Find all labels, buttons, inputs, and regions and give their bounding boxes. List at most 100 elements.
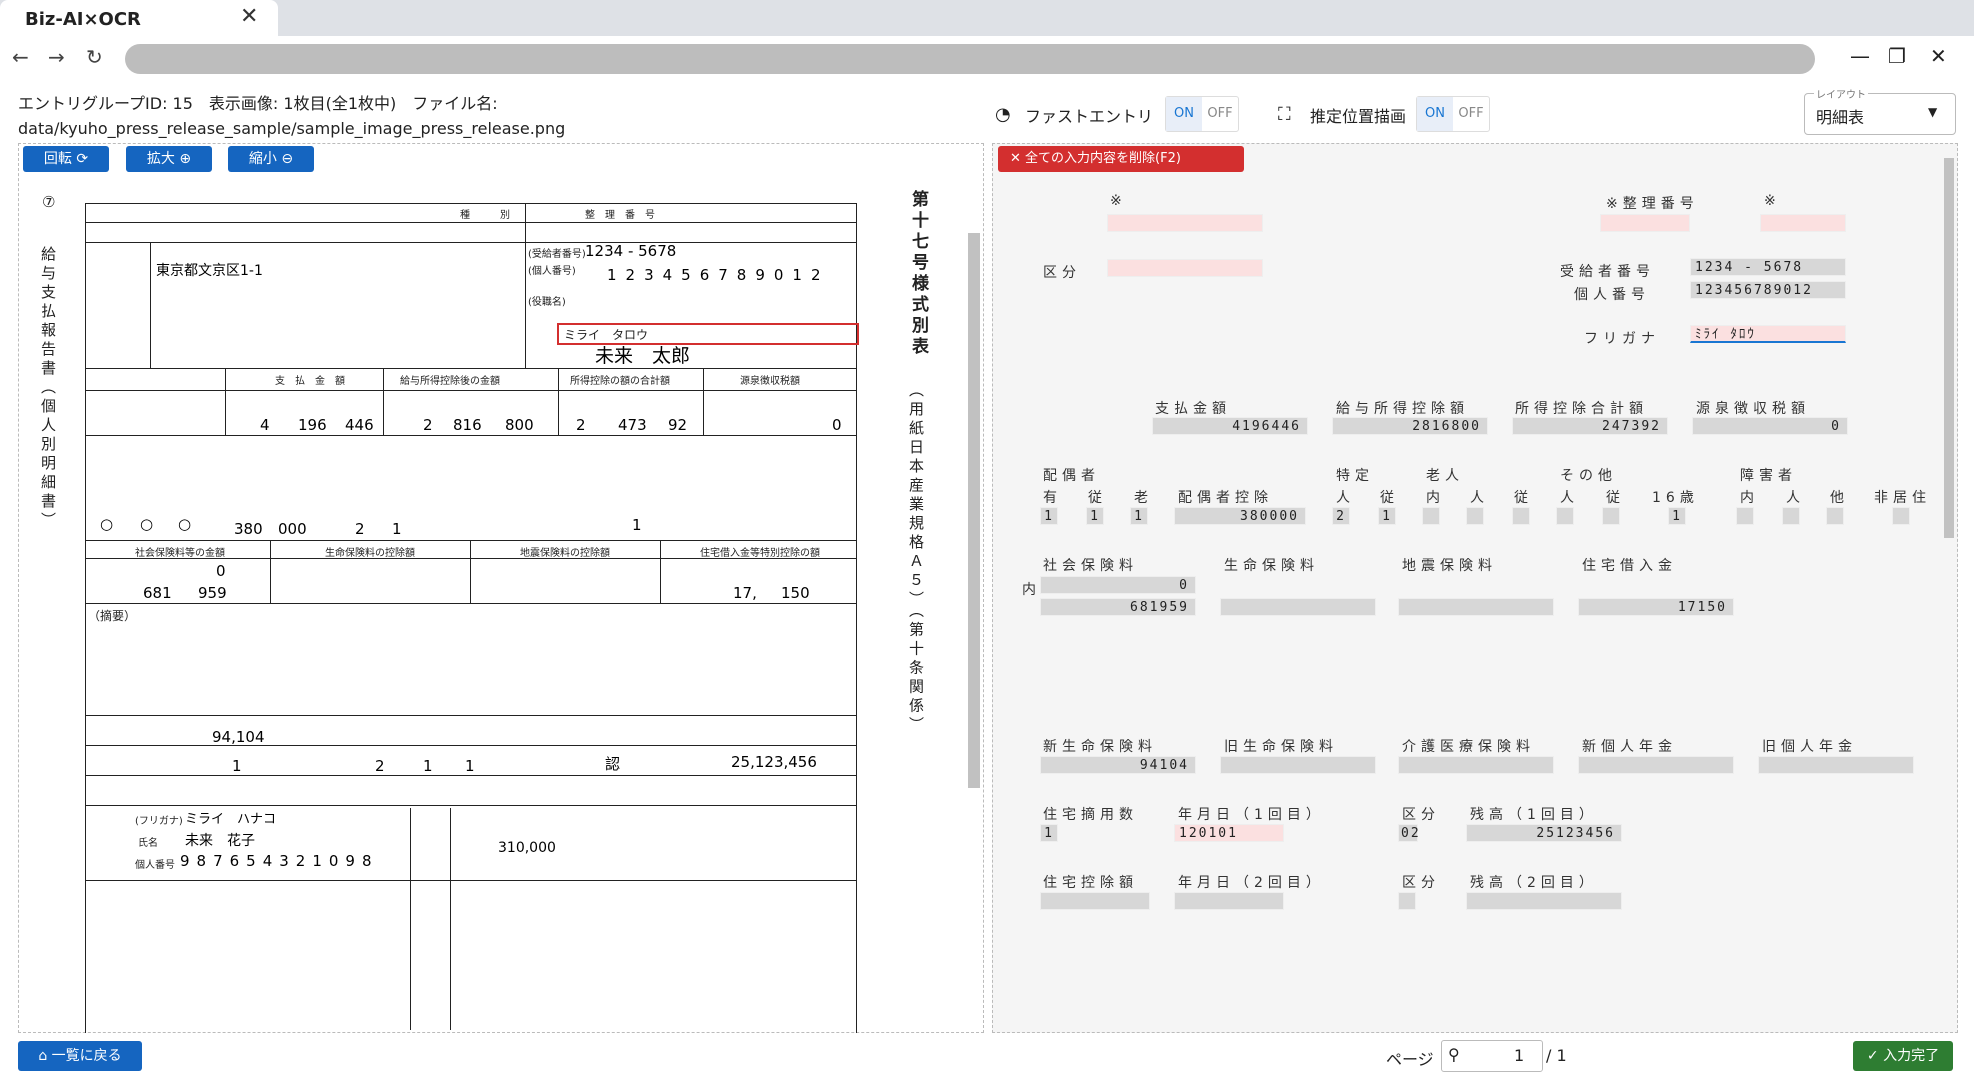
field-gensen[interactable]: 0 [1692,417,1848,435]
sub-label-7: 従 [1606,490,1625,506]
field-sonota-nin[interactable] [1556,507,1574,525]
doc-spouse-ded-2: 000 [278,520,307,538]
address-bar[interactable] [125,44,1815,74]
dropdown-arrow-icon[interactable]: ▼ [1928,105,1937,119]
estimate-on[interactable]: ON [1417,97,1453,131]
document-image: 種 別 整 理 番 号 (受給者番号) 1234 - 5678 (個人番号) 1… [80,200,860,1033]
doc-pay-2: 196 [298,416,327,434]
doc-right-subtitle: （用紙日本産業規格Ａ５）（第十条関係） [907,382,925,736]
doc-spouse-income: 310,000 [498,840,556,856]
complete-button[interactable]: ✓ 入力完了 [1853,1041,1953,1071]
field-zan1[interactable]: 25123456 [1466,824,1622,842]
field-sixteen[interactable]: 1 [1668,507,1686,525]
field-date1[interactable]: 120101 [1174,824,1284,842]
back-to-list-button[interactable]: ⌂ 一覧に戻る [18,1041,142,1071]
field-social-uchi[interactable]: 0 [1040,576,1196,594]
field-new-pension[interactable] [1578,756,1734,774]
reload-icon[interactable]: ↻ [86,45,103,69]
field-kubun[interactable] [1107,259,1263,277]
tab-title: Biz-AI×OCR [25,9,141,30]
life-ins-label: 生命保険料 [1224,558,1319,574]
gensen-label: 源泉徴収税額 [1696,401,1810,417]
field-spouse-yu[interactable]: 1 [1040,507,1058,525]
doc-spouse-name: 未来 花子 [185,833,255,849]
field-kubun1[interactable]: 02 [1398,824,1419,842]
field-roujin-ju[interactable] [1512,507,1530,525]
page-input[interactable]: ⚲ 1 [1441,1040,1543,1072]
field-life[interactable] [1220,598,1376,616]
field-tokutei-ju[interactable]: 1 [1378,507,1396,525]
field-asterisk-2[interactable] [1760,214,1846,232]
field-kyuyo[interactable]: 2816800 [1332,417,1488,435]
browser-tab[interactable]: Biz-AI×OCR ✕ [0,0,278,36]
field-jukyu[interactable]: 1234 - 5678 [1690,258,1846,276]
field-social[interactable]: 681959 [1040,598,1196,616]
fast-entry-label: ファストエントリ [1025,107,1154,126]
field-quake[interactable] [1398,598,1554,616]
delete-all-button[interactable]: ✕ 全ての入力内容を削除(F2) [998,146,1244,172]
left-scrollbar[interactable] [968,233,980,788]
estimate-position-toggle[interactable]: ON OFF [1416,96,1490,132]
doc-date-2: 1 [423,757,433,775]
field-date2[interactable] [1174,892,1284,910]
field-sonota-ju[interactable] [1602,507,1620,525]
fast-entry-on[interactable]: ON [1166,97,1202,131]
field-housing-ded[interactable] [1040,892,1150,910]
restore-icon[interactable]: ❐ [1888,44,1906,68]
doc-date-1: 2 [375,757,385,775]
field-shougai-uchi[interactable] [1736,507,1754,525]
doc-summary-label: （摘要） [88,609,137,623]
right-scrollbar[interactable] [1944,158,1954,538]
field-spouse-ro[interactable]: 1 [1130,507,1148,525]
doc-dep16: 1 [632,516,642,534]
field-zan2[interactable] [1466,892,1622,910]
field-asterisk-1[interactable] [1107,214,1263,232]
window-close-icon[interactable]: ✕ [1930,44,1947,68]
field-new-life[interactable]: 94104 [1040,756,1196,774]
zoom-out-button[interactable]: 縮小 ⊖ [228,146,314,172]
field-seiri[interactable] [1600,214,1690,232]
doc-label-social: 社会保険料等の金額 [135,548,225,559]
doc-after-3: 800 [505,416,534,434]
close-tab-icon[interactable]: ✕ [240,4,258,29]
doc-social-1: 0 [216,562,226,580]
field-furigana[interactable]: ﾐﾗｲ ﾀﾛｳ [1690,325,1846,343]
footer-bar [0,1038,1974,1078]
field-shougai-ta[interactable] [1826,507,1844,525]
field-koujo[interactable]: 247392 [1512,417,1668,435]
doc-label-tax: 源泉徴収税額 [740,376,800,387]
field-roujin-uchi[interactable] [1422,507,1440,525]
forward-arrow-icon[interactable]: → [48,45,65,69]
field-shougai-nin[interactable] [1782,507,1800,525]
minimize-icon[interactable]: — [1850,44,1870,68]
spouse-label: 配偶者 [1043,468,1100,484]
field-spouse-ded[interactable]: 380000 [1174,507,1306,525]
field-old-life[interactable] [1220,756,1376,774]
doc-ded-2: 473 [618,416,647,434]
field-roujin-nin[interactable] [1466,507,1484,525]
field-spouse-ju[interactable]: 1 [1086,507,1104,525]
fast-entry-toggle[interactable]: ON OFF [1165,96,1239,132]
fast-entry-off[interactable]: OFF [1202,97,1238,131]
field-kojin[interactable]: 123456789012 [1690,281,1846,299]
housing-loan-label: 住宅借入金 [1582,558,1677,574]
field-hikyo[interactable] [1892,507,1910,525]
field-housing-count[interactable]: 1 [1040,824,1058,842]
rotate-button[interactable]: 回転 ⟳ [23,146,109,172]
kubun-label: 区分 [1043,265,1081,281]
sub-label-3: 内 [1426,490,1445,506]
field-care[interactable] [1398,756,1554,774]
kubun1-label: 区分 [1402,807,1440,823]
field-tokutei-nin[interactable]: 2 [1332,507,1350,525]
doc-dep-1: 2 [355,520,365,538]
back-arrow-icon[interactable]: ← [12,45,29,69]
doc-spouse-mark-2: ○ [140,515,154,533]
estimate-off[interactable]: OFF [1453,97,1489,131]
field-old-pension[interactable] [1758,756,1914,774]
field-pay[interactable]: 4196446 [1152,417,1308,435]
zoom-in-button[interactable]: 拡大 ⊕ [126,146,212,172]
doc-after-2: 816 [453,416,482,434]
doc-label-title: (役職名) [528,297,566,308]
field-housing[interactable]: 17150 [1578,598,1734,616]
field-kubun2[interactable] [1398,892,1416,910]
